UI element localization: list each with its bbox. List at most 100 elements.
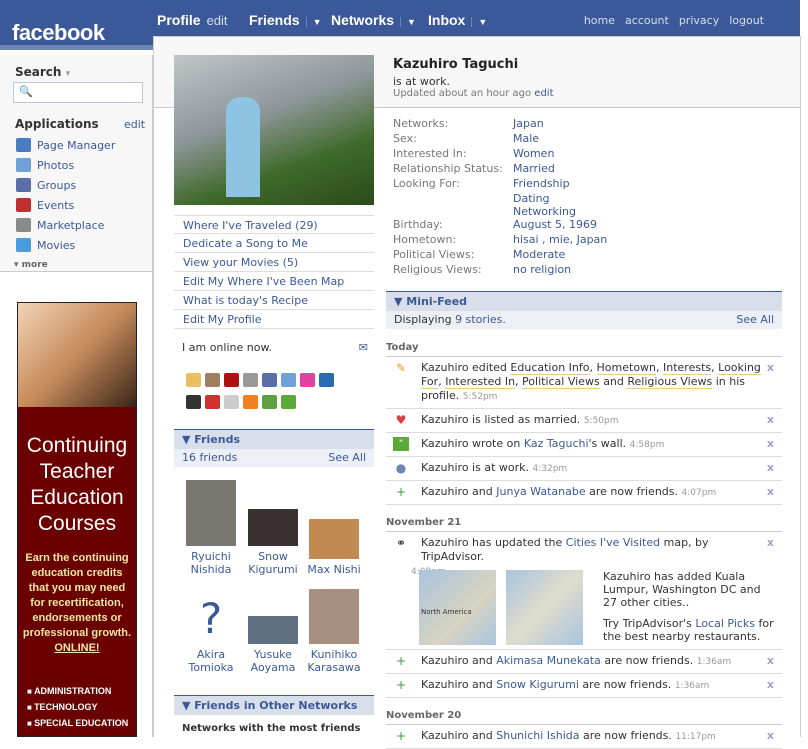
info-value[interactable]: Women [513, 147, 554, 162]
chevron-down-icon[interactable]: ▾ [66, 69, 71, 79]
facebook-logo[interactable]: facebook [12, 20, 105, 46]
close-icon[interactable]: x [767, 536, 774, 550]
friend-item[interactable]: Max Nishi [302, 519, 366, 576]
friend-item[interactable]: Kunihiko Karasawa [302, 589, 366, 674]
action-link[interactable]: Edit My Profile [174, 310, 374, 329]
photos-icon[interactable] [281, 373, 296, 387]
friend-item[interactable]: Snow Kigurumi [241, 509, 305, 576]
info-value[interactable]: Married [513, 162, 555, 177]
nav-profile-label[interactable]: Profile [157, 12, 201, 28]
travel-map[interactable] [506, 570, 583, 645]
search-label[interactable]: Search ▾ [15, 65, 70, 79]
info-value[interactable]: Dating [513, 192, 550, 205]
nav-profile-edit[interactable]: edit [207, 13, 228, 28]
app-marketplace[interactable]: Marketplace [16, 218, 104, 232]
app-groups[interactable]: Groups [16, 178, 76, 192]
close-icon[interactable]: x [767, 678, 774, 692]
friend-photo[interactable] [186, 480, 236, 546]
travel-map[interactable]: North America [419, 570, 496, 645]
action-link[interactable]: View your Movies (5) [174, 253, 374, 272]
app-icon[interactable] [224, 373, 239, 387]
friend-photo[interactable] [309, 589, 359, 644]
friend-photo[interactable] [248, 616, 298, 644]
action-link[interactable]: What is today's Recipe [174, 291, 374, 310]
profile-info: Networks: Japan Sex: Male Interested In: Wo… [393, 117, 576, 218]
action-link[interactable]: Where I've Traveled (29) [174, 215, 374, 234]
minifeed-see-all[interactable]: See All [736, 313, 774, 327]
friend-item[interactable]: Ryuichi Nishida [179, 480, 243, 576]
notes-icon[interactable] [224, 395, 239, 409]
app-page-manager[interactable]: Page Manager [16, 138, 115, 152]
gift-icon[interactable] [205, 395, 220, 409]
nav-inbox-label[interactable]: Inbox [428, 12, 465, 28]
info-value[interactable]: hisai , mie, Japan [513, 233, 607, 248]
more-apps-link[interactable]: ▾ more [14, 260, 48, 270]
profile-photo[interactable] [174, 55, 374, 205]
friends-count[interactable]: 16 friends [182, 451, 237, 465]
pencil-icon[interactable] [186, 373, 201, 387]
story-count[interactable]: 9 stories. [455, 313, 506, 326]
story-link[interactable]: Shunichi Ishida [496, 729, 579, 742]
friends-see-all[interactable]: See All [328, 451, 366, 465]
info-value[interactable]: August 5, 1969 [513, 218, 597, 233]
close-icon[interactable]: x [767, 729, 774, 743]
wall-icon[interactable] [281, 395, 296, 409]
app-icon[interactable] [262, 395, 277, 409]
story-link[interactable]: Snow Kigurumi [496, 678, 579, 691]
music-icon[interactable] [243, 395, 258, 409]
search-input[interactable]: 🔍 [13, 82, 143, 103]
nav-networks[interactable]: Networks ▼ [331, 12, 416, 28]
app-photos[interactable]: Photos [16, 158, 74, 172]
chat-icon[interactable]: ✉ [359, 341, 368, 354]
applications-edit-link[interactable]: edit [124, 118, 145, 131]
close-icon[interactable]: x [767, 413, 774, 427]
music-icon[interactable] [300, 373, 315, 387]
other-networks-header[interactable]: ▼ Friends in Other Networks [174, 695, 374, 715]
close-icon[interactable]: x [767, 485, 774, 499]
minifeed-header[interactable]: ▼ Mini-Feed [386, 291, 782, 311]
unknown-photo-icon[interactable]: ? [186, 594, 236, 644]
story-link[interactable]: Akimasa Munekata [496, 654, 601, 667]
story-link[interactable]: Cities I've Visited [566, 536, 660, 549]
friend-photo[interactable] [309, 519, 359, 559]
nav-inbox[interactable]: Inbox ▼ [428, 12, 488, 28]
chevron-down-icon[interactable]: ▼ [471, 17, 488, 27]
globe-icon[interactable] [319, 373, 334, 387]
status-edit-link[interactable]: edit [534, 88, 553, 99]
nav-networks-label[interactable]: Networks [331, 12, 394, 28]
nav-profile[interactable]: Profile edit [157, 12, 228, 28]
close-icon[interactable]: x [767, 461, 774, 475]
nav-friends-label[interactable]: Friends [249, 12, 300, 28]
close-icon[interactable]: x [767, 437, 774, 451]
chevron-down-icon[interactable]: ▼ [400, 17, 416, 27]
nav-account[interactable]: account [625, 14, 669, 27]
info-value[interactable]: Friendship [513, 177, 570, 192]
app-icon[interactable] [243, 373, 258, 387]
info-value[interactable]: Male [513, 132, 539, 147]
nav-privacy[interactable]: privacy [679, 14, 719, 27]
app-icon[interactable] [205, 373, 220, 387]
action-link[interactable]: Edit My Where I've Been Map [174, 272, 374, 291]
info-value[interactable]: no religion [513, 263, 571, 278]
nav-logout[interactable]: logout [729, 14, 764, 27]
story-link[interactable]: Kaz Taguchi [524, 437, 589, 450]
local-picks-link[interactable]: Local Picks [695, 617, 755, 630]
app-movies[interactable]: Movies [16, 238, 75, 252]
friends-box-header[interactable]: ▼ Friends [174, 429, 374, 449]
info-value[interactable]: Japan [513, 117, 544, 132]
story-link[interactable]: Junya Watanabe [496, 485, 585, 498]
action-link[interactable]: Dedicate a Song to Me [174, 234, 374, 253]
friend-item[interactable]: ? Akira Tomioka [179, 594, 243, 674]
nav-home[interactable]: home [584, 14, 615, 27]
nav-friends[interactable]: Friends ▼ [249, 12, 322, 28]
tripadvisor-icon[interactable] [186, 395, 201, 409]
chevron-down-icon[interactable]: ▼ [305, 17, 322, 27]
friend-photo[interactable] [248, 509, 298, 546]
groups-icon[interactable] [262, 373, 277, 387]
app-events[interactable]: Events [16, 198, 74, 212]
advertisement[interactable]: Continuing Teacher Education Courses Earn t… [17, 302, 137, 737]
close-icon[interactable]: x [767, 654, 774, 668]
close-icon[interactable]: x [767, 361, 774, 375]
info-value[interactable]: Moderate [513, 248, 565, 263]
friend-item[interactable]: Yusuke Aoyama [241, 616, 305, 674]
